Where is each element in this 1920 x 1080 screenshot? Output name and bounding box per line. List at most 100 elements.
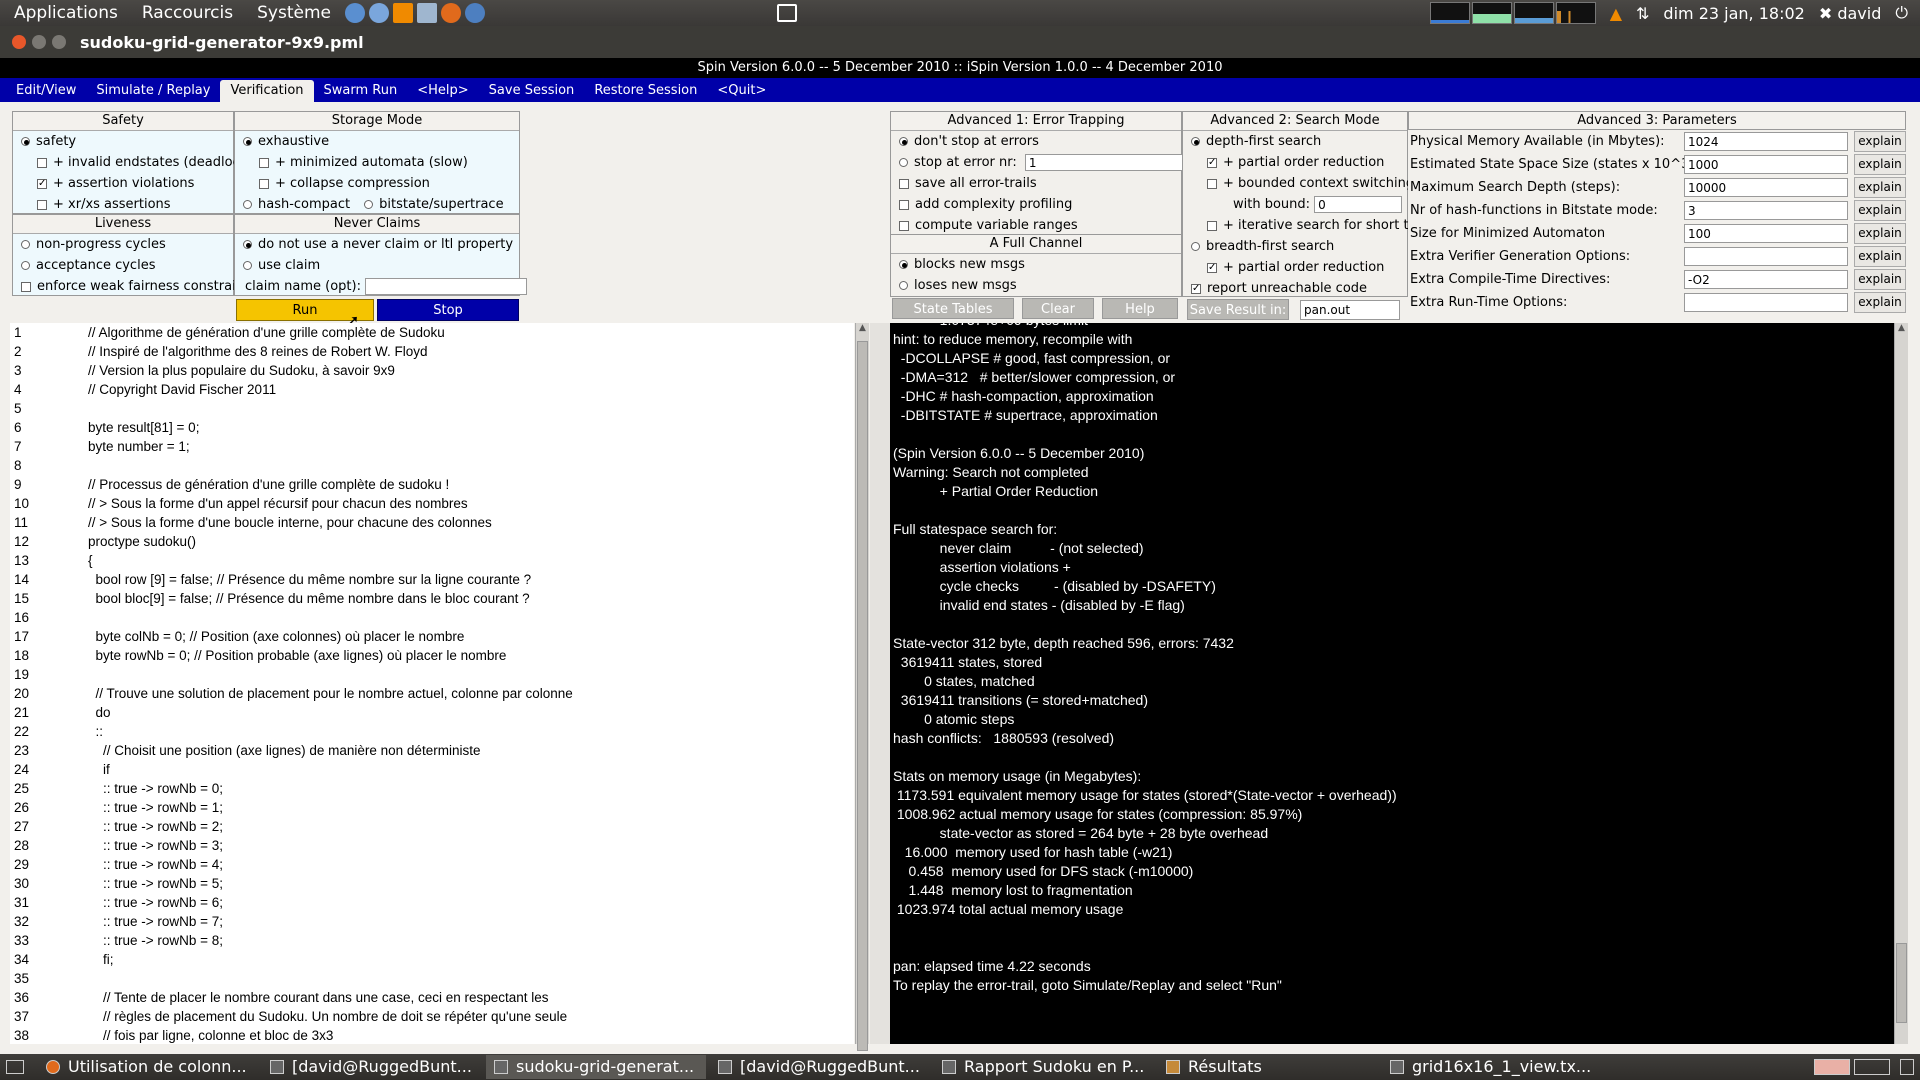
clear-button[interactable]: Clear — [1022, 298, 1094, 319]
user-menu[interactable]: ✖ david — [1819, 4, 1882, 23]
task-terminal-2[interactable]: [david@RuggedBunt... — [710, 1055, 930, 1079]
save-result-input[interactable] — [1300, 300, 1400, 320]
thunderbird-launcher-icon[interactable] — [464, 3, 485, 23]
parameter-input[interactable] — [1684, 178, 1848, 197]
hash-compact-radio[interactable]: hash-compact — [235, 197, 350, 212]
system-monitor[interactable] — [1429, 2, 1596, 24]
workspace-switcher[interactable] — [1814, 1059, 1850, 1075]
tab-help[interactable]: <Help> — [407, 80, 478, 102]
explain-button[interactable]: explain — [1854, 200, 1906, 221]
variable-ranges-checkbox[interactable]: compute variable ranges — [891, 215, 1181, 236]
depth-first-radio[interactable]: depth-first search — [1183, 131, 1407, 152]
applications-menu[interactable]: Applications — [8, 3, 124, 23]
tab-restore-session[interactable]: Restore Session — [584, 80, 707, 102]
maximize-window-button[interactable] — [52, 35, 66, 49]
blocks-new-msgs-radio[interactable]: blocks new msgs — [891, 254, 1181, 275]
mail-launcher-icon[interactable] — [368, 3, 389, 23]
no-never-claim-radio[interactable]: do not use a never claim or ltl property — [235, 234, 519, 255]
screen-applet-icon[interactable] — [777, 4, 797, 22]
parameter-input[interactable] — [1684, 293, 1848, 312]
workspace-switcher-2[interactable] — [1854, 1059, 1890, 1075]
task-grid-view[interactable]: grid16x16_1_view.tx... — [1382, 1055, 1602, 1079]
power-icon[interactable]: ⏻ — [1895, 3, 1908, 23]
breadth-first-radio[interactable]: breadth-first search — [1183, 236, 1407, 257]
explain-button[interactable]: explain — [1854, 223, 1906, 244]
loses-new-msgs-radio[interactable]: loses new msgs — [891, 275, 1181, 296]
parameter-input[interactable] — [1684, 201, 1848, 220]
collapse-compression-checkbox[interactable]: + collapse compression — [235, 173, 519, 194]
scroll-up-arrow[interactable]: ▲ — [856, 323, 869, 333]
task-firefox[interactable]: Utilisation de colonn... — [38, 1055, 258, 1079]
stop-button[interactable]: Stop — [377, 299, 519, 321]
scrollbar-thumb[interactable] — [857, 341, 868, 1051]
parameter-input[interactable] — [1684, 132, 1848, 151]
stop-at-error-radio[interactable]: stop at error nr: — [891, 155, 1017, 170]
explain-button[interactable]: explain — [1854, 154, 1906, 175]
code-editor-scrollbar[interactable]: ▲ — [855, 323, 869, 1051]
task-terminal-1[interactable]: [david@RuggedBunt... — [262, 1055, 482, 1079]
scrollbar-thumb[interactable] — [1896, 943, 1907, 1023]
task-ispin[interactable]: sudoku-grid-generat... — [486, 1055, 706, 1079]
trash-icon[interactable] — [1900, 1059, 1914, 1075]
verification-output[interactable]: 1.07374e+09 bytes limithint: to reduce m… — [890, 323, 1894, 1044]
non-progress-radio[interactable]: non-progress cycles — [13, 234, 233, 255]
vlc-launcher-icon[interactable] — [392, 3, 413, 23]
bounded-context-checkbox[interactable]: + bounded context switching — [1183, 173, 1414, 194]
partial-order-bfs-checkbox[interactable]: ✓ + partial order reduction — [1183, 257, 1407, 278]
explain-button[interactable]: explain — [1854, 246, 1906, 267]
safety-radio[interactable]: safety — [13, 131, 233, 152]
show-desktop-icon[interactable] — [6, 1060, 24, 1074]
claim-name-input[interactable] — [365, 278, 528, 295]
shortcuts-menu[interactable]: Raccourcis — [136, 3, 239, 23]
help-button[interactable]: Help — [1102, 298, 1178, 319]
help-launcher-icon[interactable] — [344, 3, 365, 23]
bitstate-radio[interactable]: bitstate/supertrace — [356, 197, 504, 212]
scroll-up-arrow[interactable]: ▲ — [1895, 323, 1908, 333]
acceptance-cycles-radio[interactable]: acceptance cycles — [13, 255, 233, 276]
pane-divider[interactable] — [870, 323, 890, 1044]
save-result-button[interactable]: Save Result in: — [1187, 299, 1289, 320]
explain-button[interactable]: explain — [1854, 292, 1906, 313]
report-unreachable-checkbox[interactable]: ✓ report unreachable code — [1183, 278, 1407, 299]
parameter-input[interactable] — [1684, 247, 1848, 266]
parameter-input[interactable] — [1684, 155, 1848, 174]
tab-simulate-replay[interactable]: Simulate / Replay — [86, 80, 220, 102]
tab-edit-view[interactable]: Edit/View — [6, 80, 86, 102]
partial-order-checkbox[interactable]: ✓ + partial order reduction — [1183, 152, 1407, 173]
minimize-window-button[interactable] — [32, 35, 46, 49]
output-scrollbar[interactable]: ▲ — [1894, 323, 1908, 1044]
weak-fairness-checkbox[interactable]: enforce weak fairness constraint — [13, 276, 249, 297]
exhaustive-radio[interactable]: exhaustive — [235, 131, 519, 152]
tab-verification[interactable]: Verification — [220, 80, 314, 102]
save-all-trails-checkbox[interactable]: save all error-trails — [891, 173, 1181, 194]
use-claim-radio[interactable]: use claim — [235, 255, 519, 276]
package-launcher-icon[interactable] — [416, 3, 437, 23]
task-resultats[interactable]: Résultats — [1158, 1055, 1378, 1079]
network-tray-icon[interactable]: ⇅ — [1636, 4, 1649, 23]
dont-stop-radio[interactable]: don't stop at errors — [891, 131, 1181, 152]
stop-at-error-input[interactable] — [1024, 154, 1187, 171]
complexity-profiling-checkbox[interactable]: add complexity profiling — [891, 194, 1181, 215]
tab-quit[interactable]: <Quit> — [707, 80, 776, 102]
clock[interactable]: dim 23 jan, 18:02 — [1663, 4, 1804, 23]
explain-button[interactable]: explain — [1854, 131, 1906, 152]
tab-swarm-run[interactable]: Swarm Run — [314, 80, 408, 102]
parameter-input[interactable] — [1684, 270, 1848, 289]
task-rapport[interactable]: Rapport Sudoku en P... — [934, 1055, 1154, 1079]
explain-button[interactable]: explain — [1854, 269, 1906, 290]
invalid-endstates-checkbox[interactable]: + invalid endstates (deadlock) — [13, 152, 252, 173]
iterative-search-checkbox[interactable]: + iterative search for short trail — [1183, 215, 1429, 236]
tab-save-session[interactable]: Save Session — [479, 80, 585, 102]
explain-button[interactable]: explain — [1854, 177, 1906, 198]
with-bound-input[interactable] — [1314, 196, 1403, 213]
parameter-input[interactable] — [1684, 224, 1848, 243]
system-menu[interactable]: Système — [251, 3, 337, 23]
vlc-tray-icon[interactable]: ▲ — [1610, 4, 1622, 23]
minimized-automata-checkbox[interactable]: + minimized automata (slow) — [235, 152, 519, 173]
xrxs-assertions-checkbox[interactable]: + xr/xs assertions — [13, 194, 233, 215]
state-tables-button[interactable]: State Tables — [892, 298, 1014, 319]
assertion-violations-checkbox[interactable]: ✓ + assertion violations — [13, 173, 233, 194]
code-editor[interactable]: 1 // Algorithme de génération d'une grill… — [10, 323, 854, 1044]
close-window-button[interactable] — [12, 35, 26, 49]
firefox-launcher-icon[interactable] — [440, 3, 461, 23]
